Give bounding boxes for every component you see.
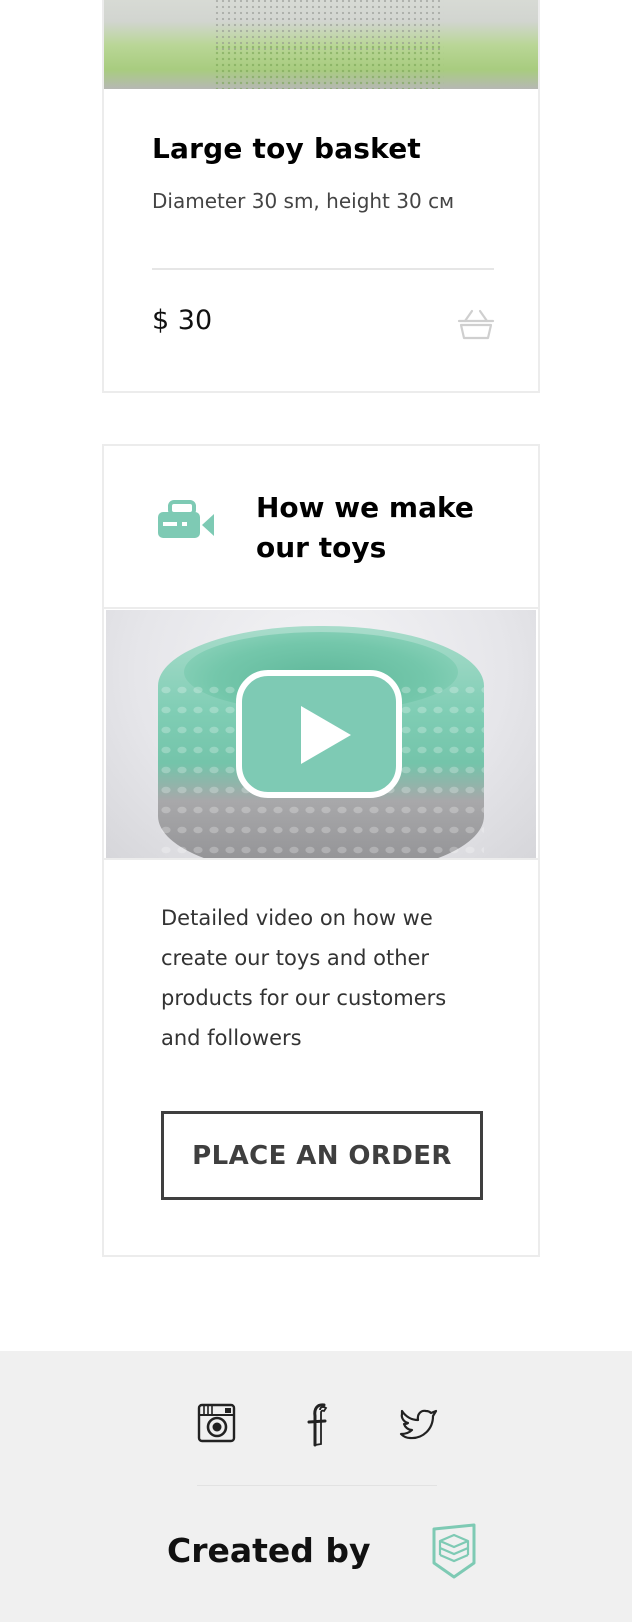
product-card: Large toy basket Diameter 30 sm, height …: [102, 0, 540, 393]
product-description: Diameter 30 sm, height 30 см: [152, 189, 455, 213]
product-price: $ 30: [152, 305, 213, 336]
divider: [104, 607, 538, 609]
video-camera-icon: [158, 500, 214, 538]
created-by-text: Created by: [167, 1531, 371, 1570]
shield-logo-icon[interactable]: [430, 1523, 478, 1579]
divider: [197, 1485, 437, 1486]
twitter-icon[interactable]: [398, 1401, 438, 1447]
product-image[interactable]: [104, 0, 538, 89]
video-card: How we make our toys Detailed video on h…: [102, 444, 540, 1257]
video-thumbnail[interactable]: [106, 610, 536, 858]
play-icon: [301, 706, 351, 764]
place-order-button[interactable]: PLACE AN ORDER: [161, 1111, 483, 1200]
divider: [104, 858, 538, 860]
divider: [152, 268, 494, 270]
basket-icon[interactable]: [457, 308, 495, 340]
video-section-title: How we make our toys: [256, 491, 474, 564]
footer: Created by: [0, 1351, 632, 1622]
product-title[interactable]: Large toy basket: [152, 132, 421, 165]
play-button[interactable]: [236, 670, 402, 798]
instagram-icon[interactable]: [197, 1401, 237, 1447]
facebook-icon[interactable]: [300, 1401, 340, 1447]
knit-texture-green: [214, 44, 444, 89]
video-description: Detailed video on how we create our toys…: [161, 906, 447, 1050]
